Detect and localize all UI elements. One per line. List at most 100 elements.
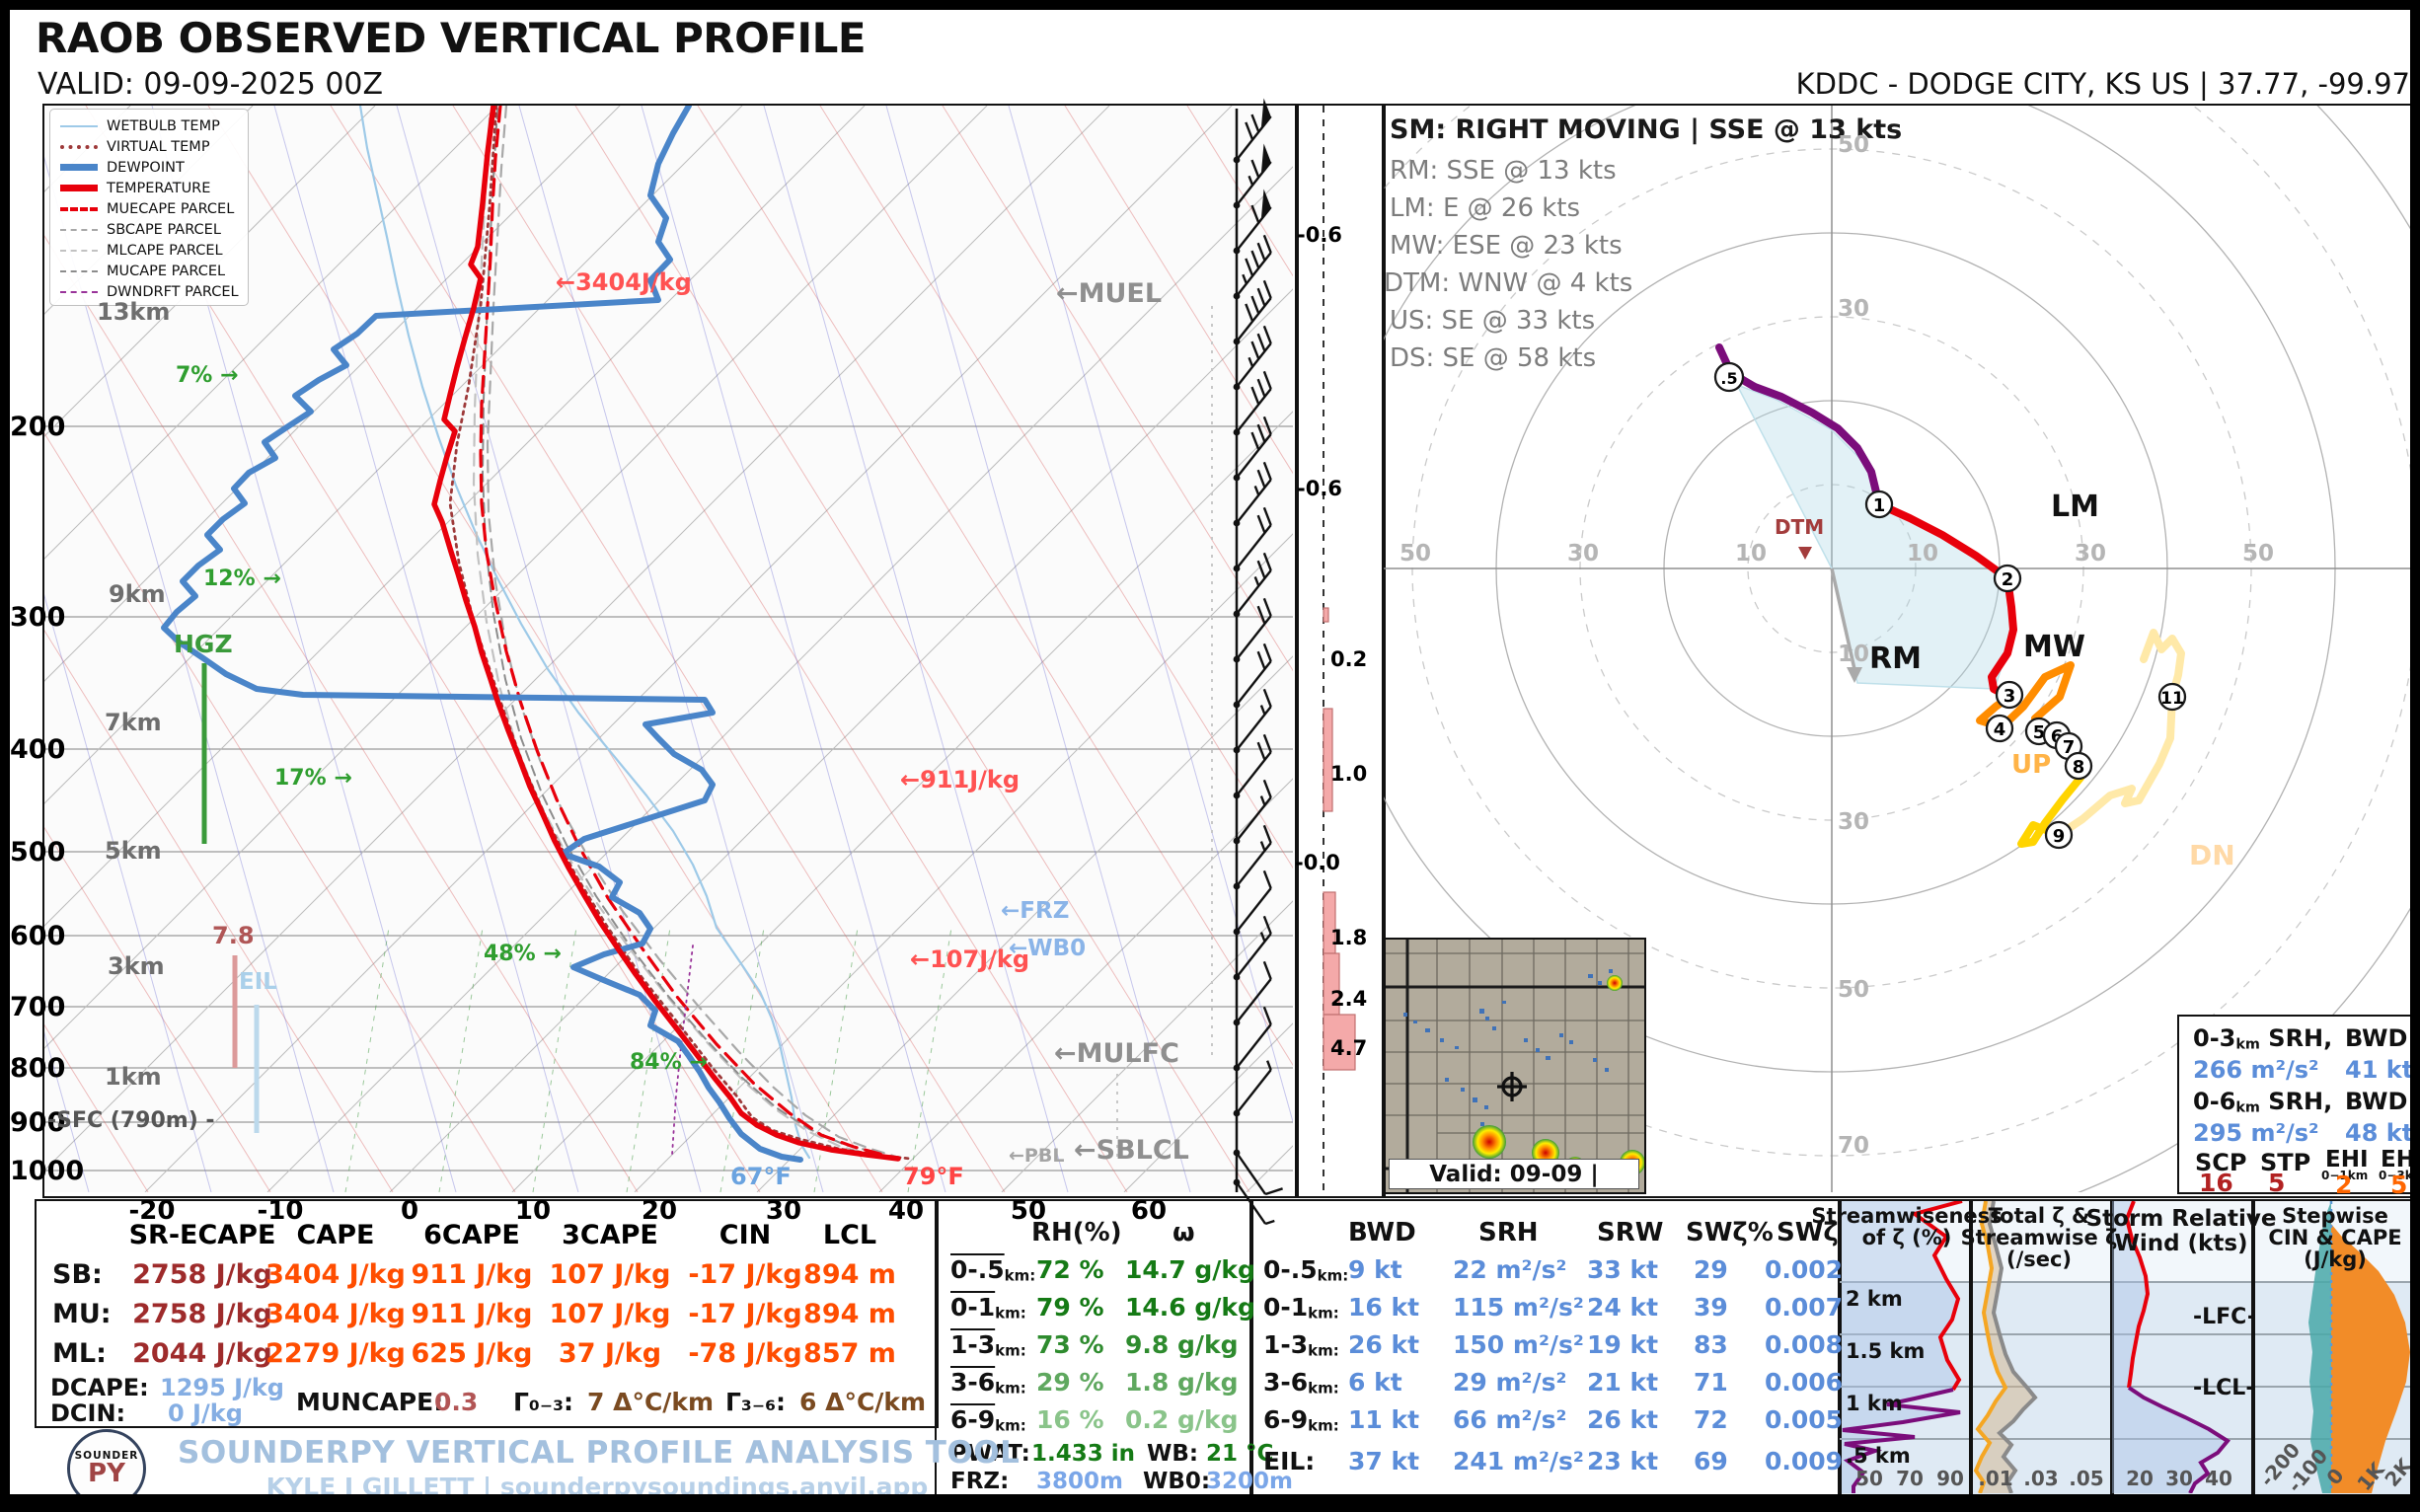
rh-value: 73 %	[1036, 1330, 1104, 1359]
temp-tick-label: 30	[752, 1196, 815, 1226]
kin-cell: 0.006	[1765, 1368, 1843, 1397]
omega-value: 2.4	[1330, 987, 1367, 1011]
height-label-13km: 13km	[97, 298, 170, 326]
layer-sub: km:	[995, 1380, 1026, 1398]
layer-text: 1-3	[950, 1330, 995, 1359]
scp-value: 16	[2199, 1169, 2233, 1197]
radar-map-inset: Valid: 09-09 | 00:00	[1384, 938, 1646, 1194]
rh-value: 16 %	[1036, 1405, 1104, 1434]
ring-label: 50	[2242, 541, 2274, 567]
stepwise-title-2: CIN & CAPE	[2268, 1226, 2401, 1249]
ring-label: 30	[1838, 296, 1869, 322]
total-zeta-title-3: (/sec)	[2006, 1247, 2072, 1271]
temp-tick-label: -20	[120, 1196, 184, 1226]
layer-sub: km:	[1308, 1305, 1339, 1323]
legend-row: SBCAPE PARCEL	[60, 219, 248, 240]
temp-tick-label: 10	[501, 1196, 565, 1226]
layer-text: 0-.5	[950, 1255, 1005, 1284]
kin-cell: 21 kt	[1587, 1368, 1658, 1397]
kin-cell: 11 kt	[1348, 1405, 1419, 1434]
updraft-label: UP	[2011, 750, 2051, 780]
bwd-header: BWD	[2345, 1024, 2407, 1052]
mini-axis-tick: 70	[1896, 1467, 1924, 1490]
mini-axis-tick: 40	[2205, 1467, 2232, 1490]
kin-cell: 0.009	[1765, 1447, 1843, 1475]
streamwiseness-title-2: of ζ (%)	[1862, 1226, 1952, 1249]
legend-row: TEMPERATURE	[60, 178, 248, 198]
rh-value: 29 %	[1036, 1368, 1104, 1397]
ehi-0-1-value: 2	[2335, 1171, 2352, 1199]
kin-cell: 150 m²/s²	[1453, 1330, 1584, 1359]
legend-row: VIRTUAL TEMP	[60, 136, 248, 157]
layer-sub: km:	[1308, 1417, 1339, 1435]
rh-annotation: 12% →	[203, 567, 281, 591]
pwat-value: 1.433 in	[1031, 1441, 1135, 1467]
pressure-tick-label: 200	[10, 412, 39, 442]
wb0-label: WB0:	[1143, 1469, 1210, 1494]
layer-sub: km:	[1005, 1267, 1036, 1285]
layer-text: 0-3	[2193, 1024, 2235, 1052]
lcl-marker-label: -LCL-	[2193, 1376, 2254, 1400]
storm-motion-line: DS: SE @ 58 kts	[1390, 343, 1596, 373]
bottom-border-bar	[10, 1494, 2410, 1512]
rh-row-label: 0-1km:	[950, 1293, 1026, 1323]
legend-row: DEWPOINT	[60, 157, 248, 178]
legend-label: DEWPOINT	[107, 160, 185, 176]
legend-row: MLCAPE PARCEL	[60, 240, 248, 261]
omega-value: 0.2	[1330, 647, 1367, 671]
srh-0-6-value: 295 m²/s²	[2193, 1119, 2319, 1147]
pressure-tick-label: 800	[10, 1053, 39, 1084]
height-label-1km: 1km	[105, 1063, 162, 1091]
temp-tick-label: 60	[1117, 1196, 1180, 1226]
srh-0-3-header: 0-3km SRH,	[2193, 1024, 2332, 1053]
mini-height-label: 1 km	[1846, 1392, 1903, 1415]
pressure-tick-label: 1000	[10, 1156, 43, 1186]
ring-label: 50	[1399, 541, 1431, 567]
layer-sub: km:	[1308, 1380, 1339, 1398]
height-label-5km: 5km	[105, 837, 162, 865]
storm-motion-headline: SM: RIGHT MOVING | SSE @ 13 kts	[1390, 114, 1902, 145]
legend-row: MUCAPE PARCEL	[60, 261, 248, 281]
mini-axis-tick: .03	[2023, 1467, 2058, 1490]
wb-label: WB:	[1147, 1441, 1198, 1467]
layer-sub: km	[2235, 1037, 2260, 1053]
storm-motion-line: MW: ESE @ 23 kts	[1390, 231, 1623, 261]
storm-motion-line: DTM: WNW @ 4 kts	[1384, 268, 1632, 298]
lapse-3-6-value: 6 Δ°C/km	[799, 1388, 926, 1416]
kin-cell: 29 m²/s²	[1453, 1368, 1566, 1397]
ring-label: 70	[1838, 1133, 1869, 1159]
kin-cell: 9 kt	[1348, 1255, 1402, 1284]
kin-row-label: 0-1km:	[1263, 1293, 1339, 1323]
kin-cell: 6 kt	[1348, 1368, 1402, 1397]
sr-wind-title: Storm Relative	[2086, 1206, 2277, 1232]
lfc-marker-label: -LFC-	[2193, 1305, 2256, 1329]
thermo-row-label: SB:	[52, 1259, 103, 1290]
rh-row-label: 3-6km:	[950, 1368, 1026, 1398]
logo-text-py: PY	[70, 1462, 143, 1485]
layer-text: 0-6	[2193, 1088, 2235, 1115]
pressure-tick-label: 300	[10, 602, 39, 633]
kin-cell: 33 kt	[1587, 1255, 1658, 1284]
kin-cell: 0.005	[1765, 1405, 1843, 1434]
height-label-3km: 3km	[108, 952, 165, 980]
mini-height-label: 2 km	[1846, 1287, 1903, 1311]
valid-time: VALID: 09-09-2025 00Z	[38, 67, 383, 102]
storm-motion-line: LM: E @ 26 kts	[1390, 193, 1580, 223]
cape6-annotation: ←911J/kg	[900, 766, 1020, 794]
virtual-temp-line-icon	[60, 145, 98, 149]
kin-row-label: 6-9km:	[1263, 1405, 1339, 1435]
temp-tick-label: 40	[874, 1196, 938, 1226]
layer-sub: km	[2235, 1100, 2260, 1116]
frz-value: 3800m	[1036, 1469, 1123, 1494]
legend-label: TEMPERATURE	[107, 181, 210, 196]
ring-label: 50	[1838, 977, 1869, 1003]
kin-cell: 24 kt	[1587, 1293, 1658, 1322]
radar-storm-cells	[1448, 975, 1644, 1181]
bwd-header: BWD	[2345, 1088, 2407, 1115]
layer-text: 3-6	[950, 1368, 995, 1397]
height-label-9km: 9km	[109, 580, 166, 608]
kin-cell: 16 kt	[1348, 1293, 1419, 1322]
srh-0-6-header: 0-6km SRH,	[2193, 1088, 2332, 1116]
skewt-legend: WETBULB TEMP VIRTUAL TEMP DEWPOINT TEMPE…	[49, 109, 249, 306]
stp-value: 5	[2268, 1169, 2285, 1197]
